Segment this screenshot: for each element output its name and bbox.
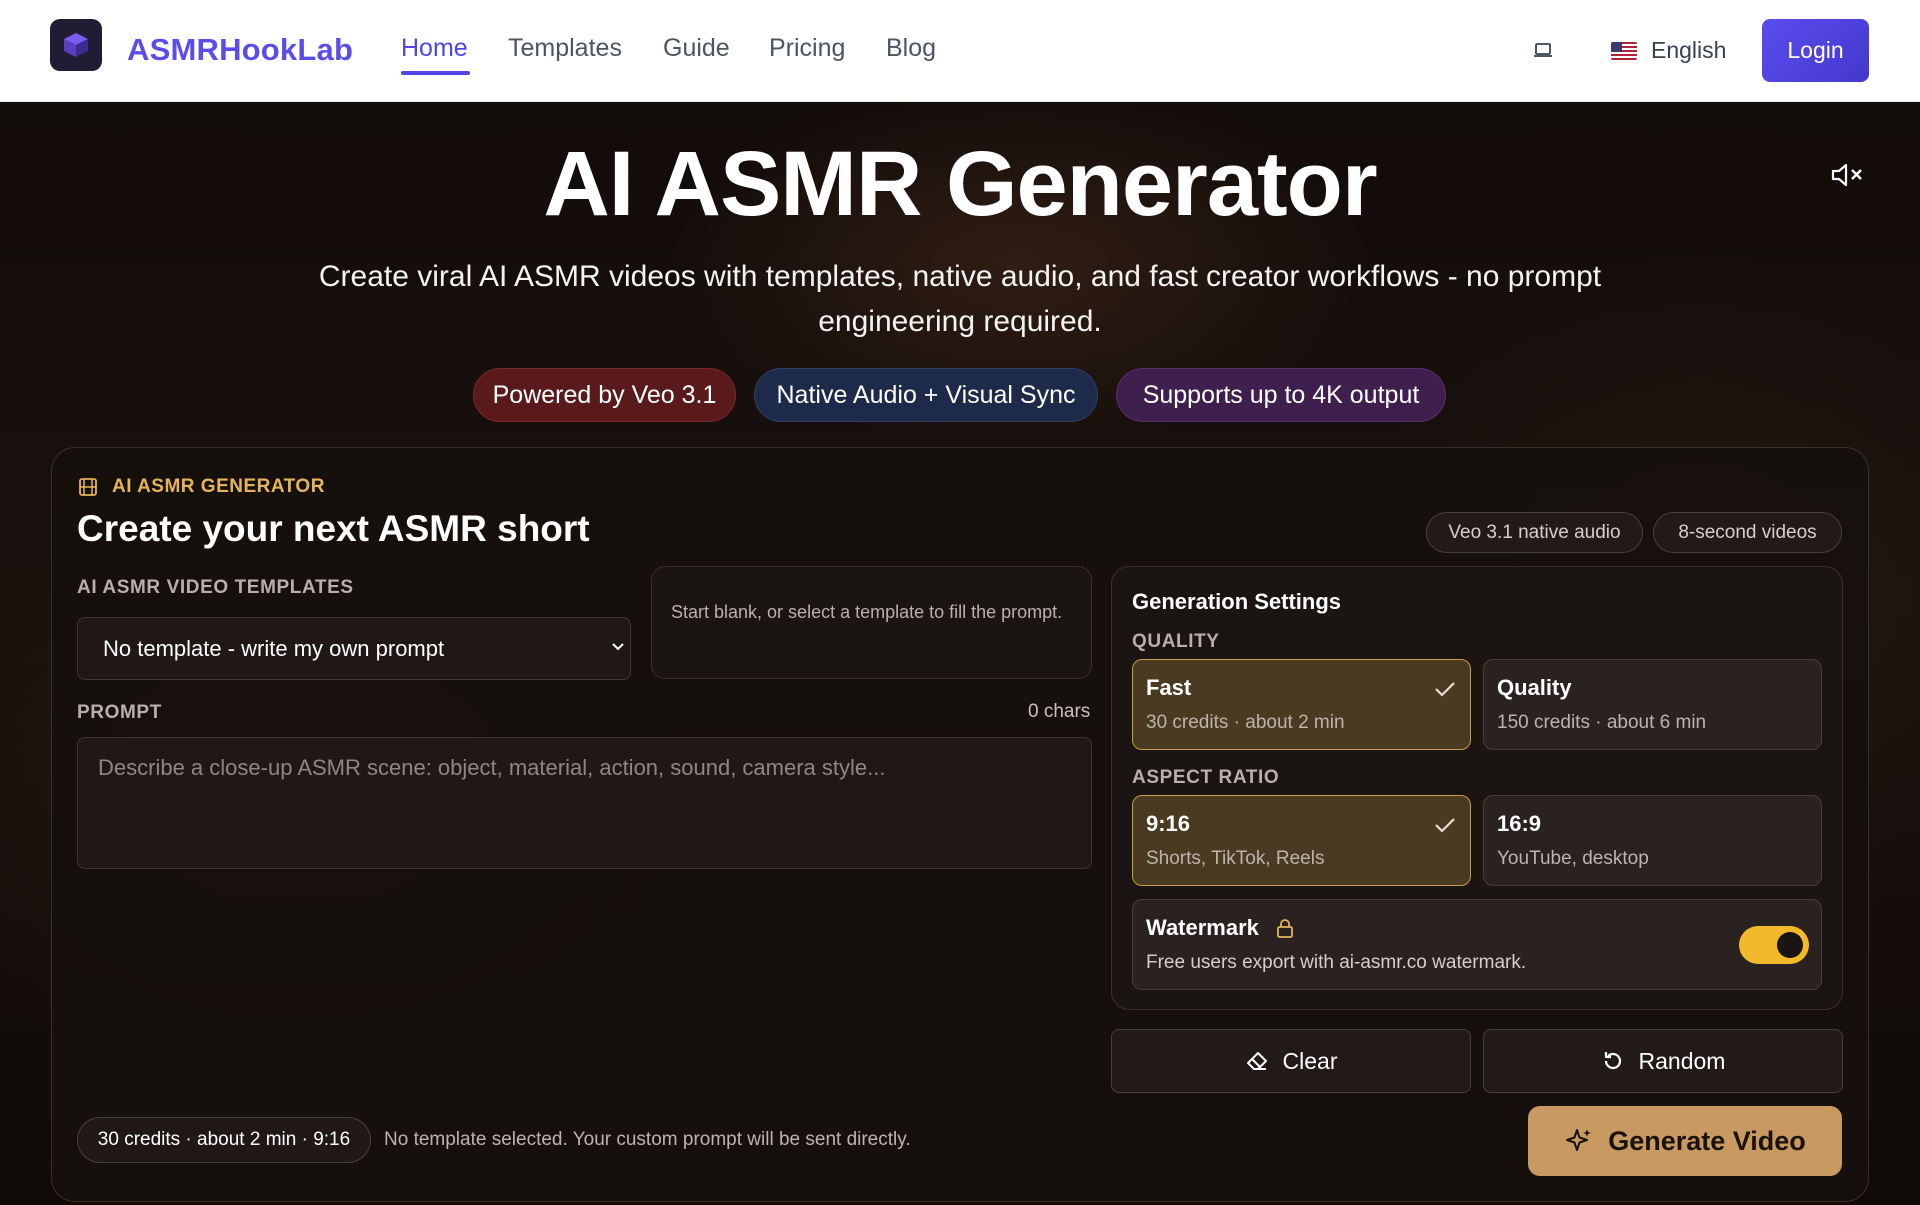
tag-native-audio: Veo 3.1 native audio [1426, 512, 1643, 553]
generate-video-button[interactable]: Generate Video [1528, 1106, 1842, 1176]
option-title: Quality [1497, 675, 1572, 700]
badge-native-audio: Native Audio + Visual Sync [754, 368, 1098, 422]
prompt-label: PROMPT [77, 702, 162, 723]
status-message: No template selected. Your custom prompt… [384, 1129, 911, 1150]
option-subtitle: 30 credits · about 2 min [1146, 712, 1345, 733]
card-title: Create your next ASMR short [77, 508, 590, 549]
sparkle-icon [1566, 1129, 1592, 1151]
nav-pricing[interactable]: Pricing [769, 34, 845, 63]
aspect-ratio-label: ASPECT RATIO [1132, 767, 1280, 788]
aspect-option-16-9[interactable]: 16:9 YouTube, desktop [1483, 795, 1822, 886]
top-navbar: ASMRHookLab Home Templates Guide Pricing… [0, 0, 1920, 102]
template-select[interactable]: No template - write my own prompt [77, 617, 631, 680]
us-flag-icon[interactable] [1611, 42, 1637, 60]
option-subtitle: 150 credits · about 6 min [1497, 712, 1707, 733]
nav-blog[interactable]: Blog [886, 34, 936, 63]
option-title: 16:9 [1497, 811, 1542, 836]
prompt-input[interactable] [77, 737, 1092, 869]
film-icon [79, 478, 97, 496]
clear-label: Clear [1282, 1047, 1338, 1074]
nav-active-indicator [401, 71, 470, 75]
card-kicker: AI ASMR GENERATOR [112, 476, 325, 497]
settings-title: Generation Settings [1132, 589, 1342, 614]
option-subtitle: Shorts, TikTok, Reels [1146, 848, 1325, 869]
credits-summary-badge: 30 credits · about 2 min · 9:16 [77, 1117, 371, 1163]
option-title: 9:16 [1146, 811, 1191, 836]
quality-option-fast[interactable]: Fast 30 credits · about 2 min [1132, 659, 1471, 750]
language-selector[interactable]: English [1651, 37, 1726, 64]
watermark-title: Watermark [1146, 915, 1259, 940]
aspect-option-9-16[interactable]: 9:16 Shorts, TikTok, Reels [1132, 795, 1471, 886]
badge-veo: Powered by Veo 3.1 [473, 368, 736, 422]
quality-label: QUALITY [1132, 631, 1220, 652]
check-icon [1435, 818, 1455, 833]
option-title: Fast [1146, 675, 1192, 700]
watermark-toggle[interactable] [1739, 926, 1809, 964]
nav-guide[interactable]: Guide [663, 34, 730, 63]
option-subtitle: YouTube, desktop [1497, 848, 1649, 869]
cube-logo-icon [64, 33, 88, 57]
brand-name[interactable]: ASMRHookLab [127, 32, 353, 68]
random-label: Random [1638, 1047, 1726, 1074]
template-hint: Start blank, or select a template to fil… [651, 566, 1092, 679]
login-button[interactable]: Login [1762, 19, 1869, 82]
clear-button[interactable]: Clear [1111, 1029, 1471, 1093]
lock-icon [1277, 919, 1293, 938]
hero-subtitle: Create viral AI ASMR videos with templat… [318, 260, 1602, 338]
tag-8-second: 8-second videos [1653, 512, 1842, 553]
hero-title: AI ASMR Generator [543, 133, 1377, 235]
refresh-icon [1604, 1052, 1621, 1070]
toggle-knob [1777, 932, 1803, 958]
watermark-setting: Watermark Free users export with ai-asmr… [1132, 899, 1822, 990]
brand-logo[interactable] [50, 19, 102, 71]
char-count: 0 chars [1028, 701, 1091, 722]
watermark-description: Free users export with ai-asmr.co waterm… [1146, 952, 1527, 973]
templates-label: AI ASMR VIDEO TEMPLATES [77, 577, 354, 598]
quality-option-quality[interactable]: Quality 150 credits · about 6 min [1483, 659, 1822, 750]
eraser-icon [1246, 1052, 1267, 1070]
nav-templates[interactable]: Templates [508, 34, 622, 63]
monitor-icon[interactable] [1533, 40, 1553, 60]
check-icon [1435, 682, 1455, 697]
random-button[interactable]: Random [1483, 1029, 1843, 1093]
badge-4k: Supports up to 4K output [1116, 368, 1446, 422]
nav-home[interactable]: Home [401, 34, 468, 63]
chevron-down-icon [612, 643, 624, 651]
generate-label: Generate Video [1608, 1125, 1806, 1156]
